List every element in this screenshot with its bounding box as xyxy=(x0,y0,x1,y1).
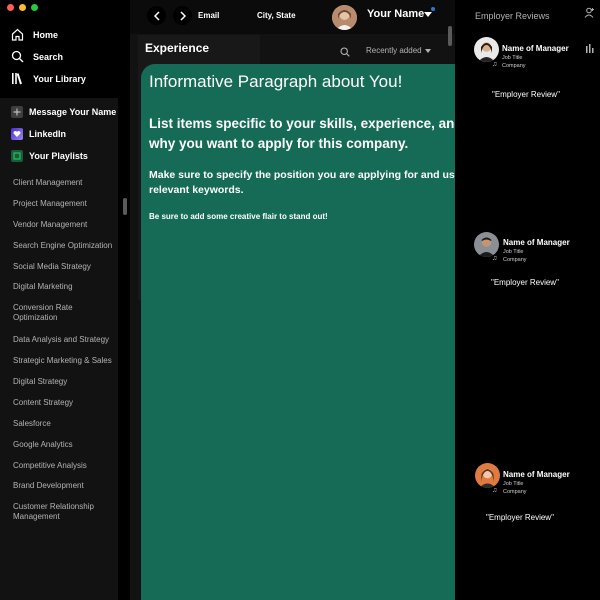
chevron-down-icon[interactable] xyxy=(425,49,431,53)
search-icon xyxy=(11,50,24,63)
manager-avatar xyxy=(475,463,500,488)
skill-item[interactable]: Vendor Management xyxy=(13,220,117,230)
skill-item[interactable]: Salesforce xyxy=(13,419,117,429)
skill-item[interactable]: Project Management xyxy=(13,199,117,209)
nav-search[interactable]: Search xyxy=(11,50,63,63)
skill-item[interactable]: Brand Development xyxy=(13,481,117,491)
nav-home-label: Home xyxy=(33,29,59,40)
skill-item[interactable]: Customer Relationship Management xyxy=(13,502,117,522)
nav-home[interactable]: Home xyxy=(11,28,58,41)
nav-search-label: Search xyxy=(33,51,64,62)
heart-icon xyxy=(11,128,23,140)
content-scrollbar[interactable] xyxy=(448,26,452,46)
skill-item[interactable]: Digital Marketing xyxy=(13,282,117,292)
skill-item[interactable]: Client Management xyxy=(13,178,117,188)
skill-item[interactable]: Search Engine Optimization xyxy=(13,241,117,251)
manager-company: Company xyxy=(502,63,526,69)
library-item-linkedin[interactable]: LinkedIn xyxy=(11,128,66,140)
employer-review: "Employer Review" xyxy=(492,90,560,99)
home-icon xyxy=(11,28,24,41)
sidebar-scrollbar[interactable] xyxy=(123,198,127,215)
skill-item[interactable]: Competitive Analysis xyxy=(13,461,117,471)
manager-name: Name of Manager xyxy=(502,44,569,53)
manager-company: Company xyxy=(503,257,527,263)
employer-review: "Employer Review" xyxy=(486,513,554,522)
library-item-playlists[interactable]: Your Playlists xyxy=(11,150,88,162)
avatar[interactable] xyxy=(332,5,357,30)
card-heading: Informative Paragraph about You! xyxy=(149,72,403,91)
chevron-left-icon xyxy=(153,10,160,21)
nav-library[interactable]: Your Library xyxy=(11,72,86,85)
maximize-window-button[interactable] xyxy=(31,4,38,11)
chevron-right-icon xyxy=(179,10,186,21)
skill-item[interactable]: Conversion Rate Optimization xyxy=(13,303,117,323)
skill-item[interactable]: Strategic Marketing & Sales xyxy=(13,356,117,366)
music-note-icon: ♫ xyxy=(492,255,498,262)
music-note-icon: ♫ xyxy=(492,487,498,494)
card-flair-text: Be sure to add some creative flair to st… xyxy=(149,212,328,221)
skill-item[interactable]: Data Analysis and Strategy xyxy=(13,335,117,345)
library-item-message[interactable]: Message Your Name xyxy=(11,106,116,118)
nav-library-label: Your Library xyxy=(33,73,86,84)
skill-item[interactable]: Google Analytics xyxy=(13,440,117,450)
friends-icon[interactable] xyxy=(584,5,595,23)
location-text: City, State xyxy=(257,11,296,20)
window-controls xyxy=(7,4,38,11)
reviews-title: Employer Reviews xyxy=(475,11,550,21)
minimize-window-button[interactable] xyxy=(19,4,26,11)
user-name[interactable]: Your Name xyxy=(367,8,424,20)
email-link[interactable]: Email xyxy=(198,11,219,20)
chevron-down-icon[interactable] xyxy=(424,12,432,17)
employer-review: "Employer Review" xyxy=(491,278,559,287)
skill-item[interactable]: Social Media Strategy xyxy=(13,262,117,272)
manager-job-title: Job Title xyxy=(503,481,524,487)
library-item-label: Message Your Name xyxy=(29,107,117,117)
manager-company: Company xyxy=(503,489,527,495)
sort-dropdown[interactable]: Recently added xyxy=(366,46,422,55)
manager-avatar xyxy=(474,37,499,62)
activity-icon[interactable] xyxy=(586,40,594,58)
library-icon xyxy=(11,72,24,85)
notification-dot xyxy=(431,7,435,11)
manager-name: Name of Manager xyxy=(503,238,570,247)
manager-avatar xyxy=(474,232,499,257)
close-window-button[interactable] xyxy=(7,4,14,11)
manager-job-title: Job Title xyxy=(502,55,523,61)
library-item-label: LinkedIn xyxy=(29,129,67,139)
search-icon[interactable] xyxy=(340,44,350,62)
skill-item[interactable]: Digital Strategy xyxy=(13,377,117,387)
manager-name: Name of Manager xyxy=(503,470,570,479)
card-list-text: List items specific to your skills, expe… xyxy=(149,116,463,151)
plus-icon xyxy=(11,106,23,118)
card-position-text: Make sure to specify the position you ar… xyxy=(149,169,461,196)
back-button[interactable] xyxy=(147,6,166,25)
library-item-label: Your Playlists xyxy=(29,151,88,161)
music-note-icon: ♫ xyxy=(492,61,498,68)
manager-job-title: Job Title xyxy=(503,249,524,255)
section-title: Experience xyxy=(145,41,210,55)
skill-item[interactable]: Content Strategy xyxy=(13,398,117,408)
forward-button[interactable] xyxy=(173,6,192,25)
skills-list: Client Management Project Management Ven… xyxy=(0,172,118,600)
playlist-icon xyxy=(11,150,23,162)
